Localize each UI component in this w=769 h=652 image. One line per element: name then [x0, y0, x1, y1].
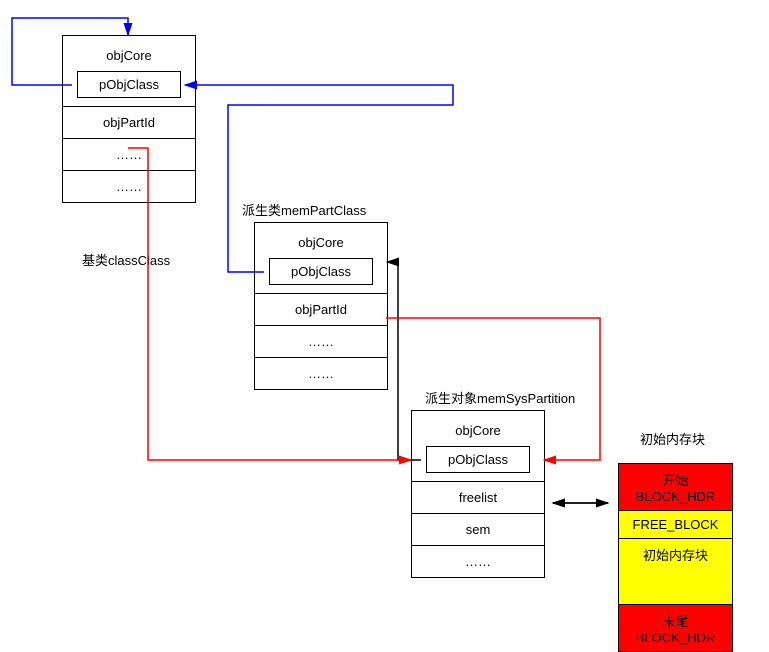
- label-classclass: 基类classClass: [82, 250, 170, 269]
- label-objcore: objCore: [67, 44, 191, 65]
- class-box-mempartclass: objCore pObjClass objPartId …… ……: [254, 222, 388, 390]
- class-box-memsyspartition: objCore pObjClass freelist sem ……: [411, 410, 545, 578]
- inner-pobjclass: pObjClass: [269, 258, 373, 285]
- mempart-cell-ellipsis2: ……: [255, 358, 387, 389]
- memory-block: 开始BLOCK_HDR FREE_BLOCK 初始内存块 末尾BLOCK_HDR: [618, 463, 733, 652]
- inner-pobjclass: pObjClass: [77, 71, 181, 98]
- class-box-classclass: objCore pObjClass objPartId …… ……: [62, 35, 196, 203]
- mempart-cell-ellipsis1: ……: [255, 326, 387, 358]
- mem-init-block: 初始内存块: [619, 539, 732, 605]
- label-mempartclass: 派生类memPartClass: [242, 200, 366, 219]
- mem-end-hdr: 末尾BLOCK_HDR: [619, 605, 732, 651]
- label-memblock: 初始内存块: [640, 429, 705, 448]
- mem-start-hdr: 开始BLOCK_HDR: [619, 464, 732, 511]
- class-cell-ellipsis2: ……: [63, 171, 195, 202]
- class-cell-ellipsis1: ……: [63, 139, 195, 171]
- label-memsyspartition: 派生对象memSysPartition: [425, 388, 575, 407]
- inner-pobjclass: pObjClass: [426, 446, 530, 473]
- mem-free-block: FREE_BLOCK: [619, 511, 732, 539]
- memsys-cell-objcore: objCore pObjClass: [412, 411, 544, 482]
- memsys-cell-sem: sem: [412, 514, 544, 546]
- mempart-cell-objcore: objCore pObjClass: [255, 223, 387, 294]
- mempart-cell-objpartid: objPartId: [255, 294, 387, 326]
- label-objcore: objCore: [416, 419, 540, 440]
- memsys-cell-freelist: freelist: [412, 482, 544, 514]
- class-cell-objpartid: objPartId: [63, 107, 195, 139]
- memsys-cell-ellipsis: ……: [412, 546, 544, 577]
- label-objcore: objCore: [259, 231, 383, 252]
- class-cell-objcore: objCore pObjClass: [63, 36, 195, 107]
